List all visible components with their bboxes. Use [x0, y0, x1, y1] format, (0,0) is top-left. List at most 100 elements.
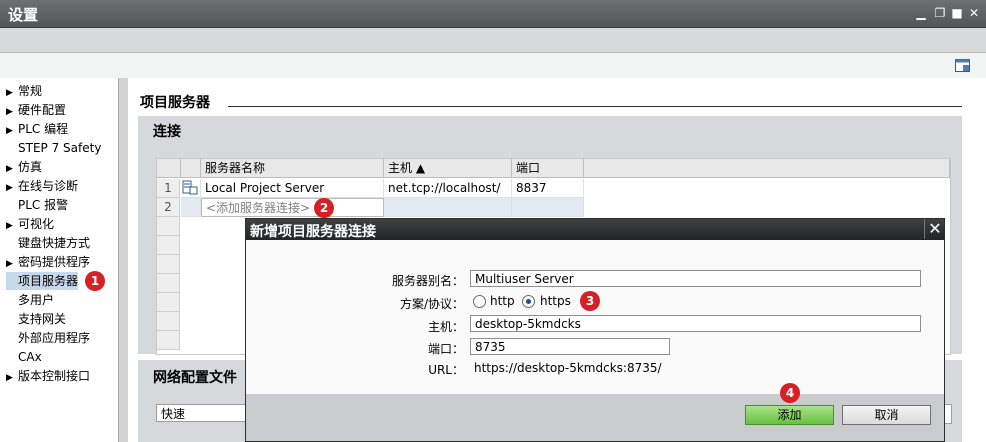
- restore-icon[interactable]: ❐: [933, 6, 947, 20]
- row-number: [157, 274, 180, 293]
- cancel-button[interactable]: 取消: [842, 405, 931, 425]
- column-header-empty: [584, 159, 950, 178]
- host-label: 主机：: [427, 320, 464, 334]
- nav-item-plc-alarms[interactable]: PLC 报警: [6, 196, 68, 214]
- network-profile-title: 网络配置文件: [153, 370, 237, 386]
- section-title: 项目服务器: [140, 95, 210, 111]
- nav-item-label: 可视化: [18, 217, 55, 231]
- nav-item-keyboard-shortcuts[interactable]: 键盘快捷方式: [6, 234, 90, 252]
- nav-item-label: 密码提供程序: [18, 255, 91, 269]
- row-number[interactable]: 1: [157, 179, 180, 198]
- table-icon-header: [181, 159, 201, 178]
- window-layout-icon[interactable]: [955, 59, 971, 73]
- nav-item-label: 外部应用程序: [18, 331, 91, 345]
- nav-item-label: 多用户: [18, 293, 55, 307]
- cell-server-name[interactable]: Local Project Server: [201, 179, 384, 198]
- expand-arrow-icon[interactable]: ▶: [6, 160, 18, 178]
- close-icon[interactable]: ✕: [967, 6, 981, 20]
- host-input[interactable]: desktop-5kmdcks: [470, 315, 921, 332]
- step-badge-1: 1: [85, 271, 105, 291]
- nav-item-label: 项目服务器: [18, 274, 79, 288]
- minimize-icon[interactable]: ▁: [914, 6, 928, 20]
- maximize-icon[interactable]: ■: [950, 6, 964, 20]
- nav-item-label: 常规: [18, 84, 43, 98]
- nav-item-label: 仿真: [18, 160, 43, 174]
- nav-item-label: 键盘快捷方式: [18, 236, 91, 250]
- expand-arrow-icon[interactable]: ▶: [6, 255, 18, 273]
- add-button[interactable]: 添加: [745, 405, 834, 425]
- step-badge-3: 3: [580, 291, 600, 311]
- nav-item-step7-safety[interactable]: STEP 7 Safety: [6, 139, 101, 157]
- expand-arrow-icon[interactable]: ▶: [6, 122, 18, 140]
- table-row[interactable]: [181, 198, 201, 217]
- expand-arrow-icon[interactable]: ▶: [6, 84, 18, 102]
- window-title: 设置: [8, 6, 39, 24]
- table-corner: [157, 159, 181, 178]
- row-number: [157, 331, 180, 350]
- dialog-close-icon[interactable]: ✕: [924, 219, 945, 239]
- nav-item-label: CAx: [18, 350, 42, 364]
- nav-item-version-control[interactable]: ▶ 版本控制接口: [6, 367, 90, 385]
- nav-scrollbar[interactable]: [118, 78, 128, 442]
- nav-item-label: 在线与诊断: [18, 179, 79, 193]
- url-label: URL：: [428, 363, 464, 377]
- nav-item-support-gateway[interactable]: 支持网关: [6, 310, 66, 328]
- nav-item-visualization[interactable]: ▶ 可视化: [6, 215, 54, 233]
- nav-item-hardware-config[interactable]: ▶ 硬件配置: [6, 101, 66, 119]
- cell-port[interactable]: [512, 198, 584, 217]
- row-number[interactable]: 2: [157, 198, 180, 217]
- network-profile-select[interactable]: 快速: [156, 404, 246, 422]
- nav-item-label: PLC 编程: [18, 122, 69, 136]
- port-input[interactable]: 8735: [470, 338, 670, 355]
- scheme-label: 方案/协议：: [399, 297, 464, 311]
- nav-item-plc-programming[interactable]: ▶ PLC 编程: [6, 120, 68, 138]
- section-divider: [228, 106, 962, 107]
- table-row[interactable]: [181, 179, 201, 198]
- server-icon: [182, 180, 198, 195]
- row-number: [157, 312, 180, 331]
- row-number: [157, 293, 180, 312]
- column-header-server-name[interactable]: 服务器名称: [201, 159, 384, 178]
- nav-item-multiuser[interactable]: 多用户: [6, 291, 54, 309]
- nav-item-project-server[interactable]: 项目服务器: [6, 272, 79, 290]
- alias-input[interactable]: Multiuser Server: [470, 270, 921, 287]
- cell-host[interactable]: [384, 198, 512, 217]
- dialog-title-bar: 新增项目服务器连接: [246, 219, 944, 240]
- dialog-title: 新增项目服务器连接: [250, 224, 376, 240]
- radio-https[interactable]: [522, 295, 535, 308]
- radio-http[interactable]: [473, 295, 486, 308]
- nav-item-label: 硬件配置: [18, 103, 67, 117]
- cell-host[interactable]: net.tcp://localhost/: [384, 179, 512, 198]
- column-header-port[interactable]: 端口: [512, 159, 584, 178]
- connection-title: 连接: [153, 124, 181, 140]
- nav-item-label: PLC 报警: [18, 198, 69, 212]
- window-title-bar: 设置 ▁ ❐ ■ ✕: [0, 0, 986, 28]
- url-value: https://desktop-5kmdcks:8735/: [474, 361, 662, 375]
- alias-label: 服务器别名：: [391, 274, 464, 288]
- expand-arrow-icon[interactable]: ▶: [6, 217, 18, 235]
- add-server-connection-cell[interactable]: <添加服务器连接>: [201, 198, 384, 217]
- nav-item-label: 版本控制接口: [18, 369, 91, 383]
- nav-item-label: STEP 7 Safety: [18, 141, 102, 155]
- nav-item-external-apps[interactable]: 外部应用程序: [6, 329, 90, 347]
- icon-row: [0, 53, 986, 78]
- expand-arrow-icon[interactable]: ▶: [6, 179, 18, 197]
- toolbar-band: [0, 28, 986, 53]
- nav-item-online-diagnostics[interactable]: ▶ 在线与诊断: [6, 177, 78, 195]
- expand-arrow-icon[interactable]: ▶: [6, 369, 18, 387]
- port-label: 端口：: [427, 342, 464, 356]
- expand-arrow-icon[interactable]: ▶: [6, 103, 18, 121]
- nav-item-password-provider[interactable]: ▶ 密码提供程序: [6, 253, 90, 271]
- column-header-host[interactable]: 主机 ▲: [384, 159, 512, 178]
- step-badge-2: 2: [314, 198, 334, 218]
- nav-item-simulation[interactable]: ▶ 仿真: [6, 158, 42, 176]
- radio-http-label[interactable]: http: [490, 294, 515, 308]
- row-number: [157, 255, 180, 274]
- step-badge-4: 4: [780, 383, 800, 403]
- row-number: [157, 236, 180, 255]
- dialog-footer: [246, 394, 944, 441]
- nav-item-general[interactable]: ▶ 常规: [6, 82, 42, 100]
- cell-port[interactable]: 8837: [512, 179, 584, 198]
- radio-https-label[interactable]: https: [540, 294, 571, 308]
- nav-item-cax[interactable]: CAx: [6, 348, 42, 366]
